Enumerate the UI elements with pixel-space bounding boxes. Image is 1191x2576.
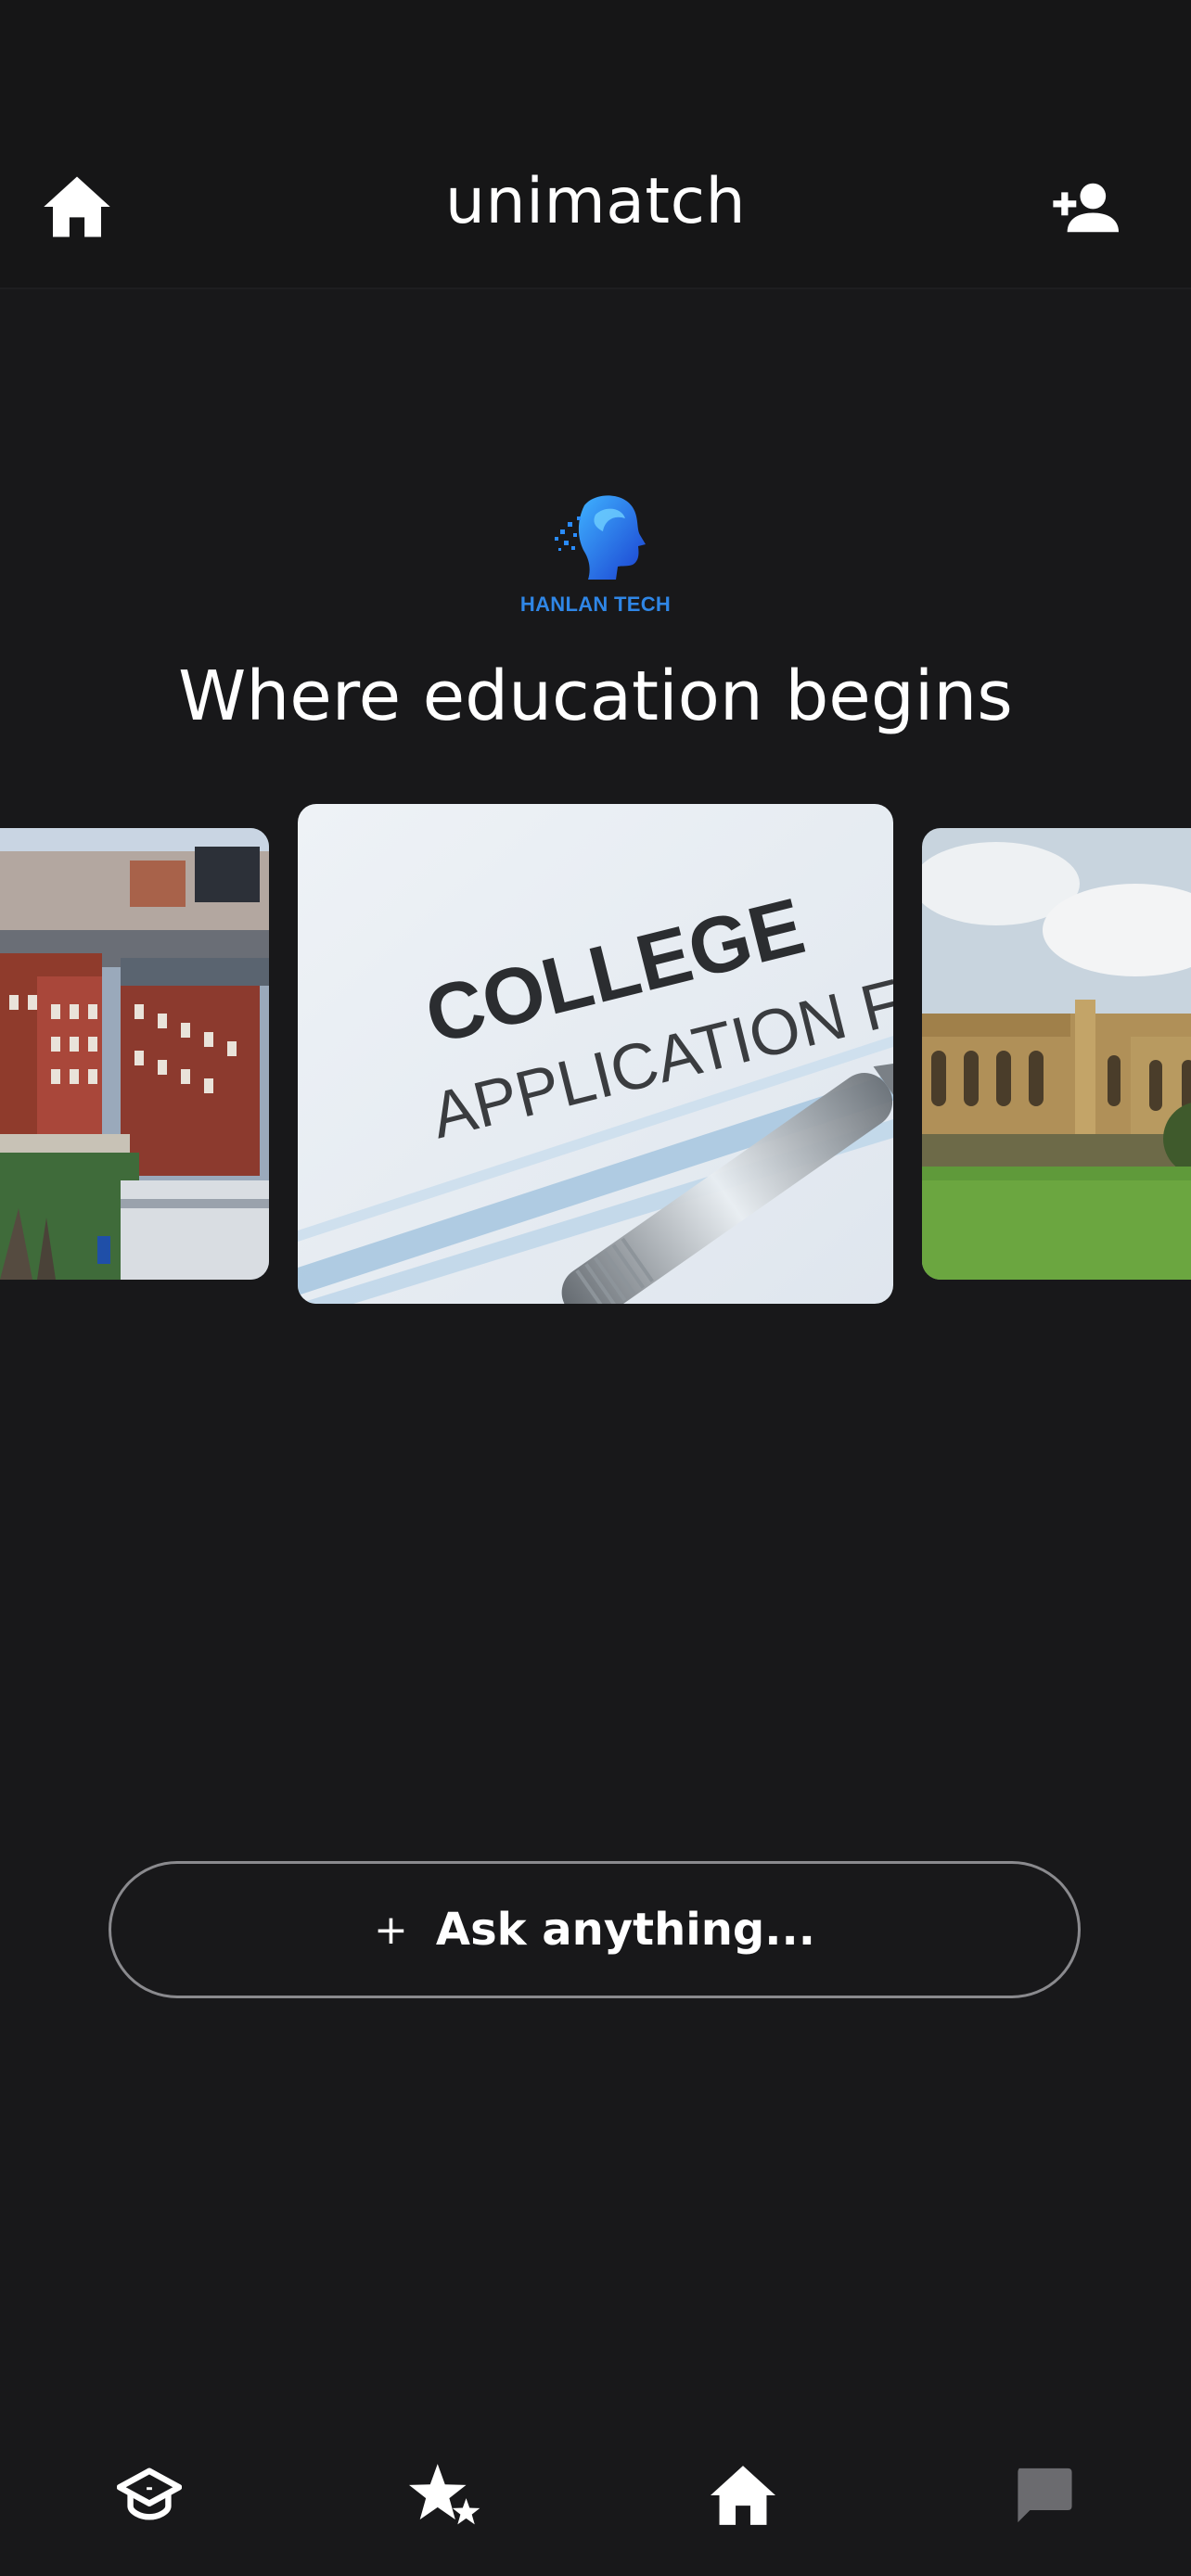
stars-icon — [409, 2464, 480, 2525]
tagline: Where education begins — [178, 657, 1013, 736]
graduation-cap-icon — [117, 2468, 182, 2520]
chat-bubble-icon — [1018, 2468, 1072, 2523]
nav-item-home[interactable] — [701, 2454, 785, 2537]
bottom-navigation — [0, 2411, 1191, 2576]
college-application-photo: COLLEGE APPLICATION FOR — [298, 804, 893, 1304]
carousel-card-campus[interactable] — [0, 828, 269, 1280]
app-title: unimatch — [444, 165, 747, 238]
hanlan-tech-logo: HANLAN TECH — [503, 487, 688, 626]
logo-wordmark: HANLAN TECH — [519, 593, 672, 616]
plus-icon: + — [374, 1906, 408, 1954]
gothic-college-photo — [922, 828, 1191, 1280]
ask-placeholder: Ask anything... — [435, 1904, 815, 1956]
campus-photo — [0, 828, 269, 1280]
person-add-icon — [1053, 183, 1119, 233]
ask-input[interactable]: + Ask anything... — [109, 1861, 1081, 1998]
carousel-card-college-application[interactable]: COLLEGE APPLICATION FOR — [298, 804, 893, 1304]
nav-item-favorites[interactable] — [404, 2454, 488, 2537]
top-app-bar: unimatch — [0, 0, 1191, 289]
add-user-button[interactable] — [1046, 172, 1124, 243]
home-icon — [711, 2466, 775, 2525]
nav-item-chat[interactable] — [1002, 2454, 1085, 2537]
nav-item-universities[interactable] — [108, 2454, 191, 2537]
ai-head-logo-icon — [555, 495, 646, 580]
carousel-card-gothic-college[interactable] — [922, 828, 1191, 1280]
